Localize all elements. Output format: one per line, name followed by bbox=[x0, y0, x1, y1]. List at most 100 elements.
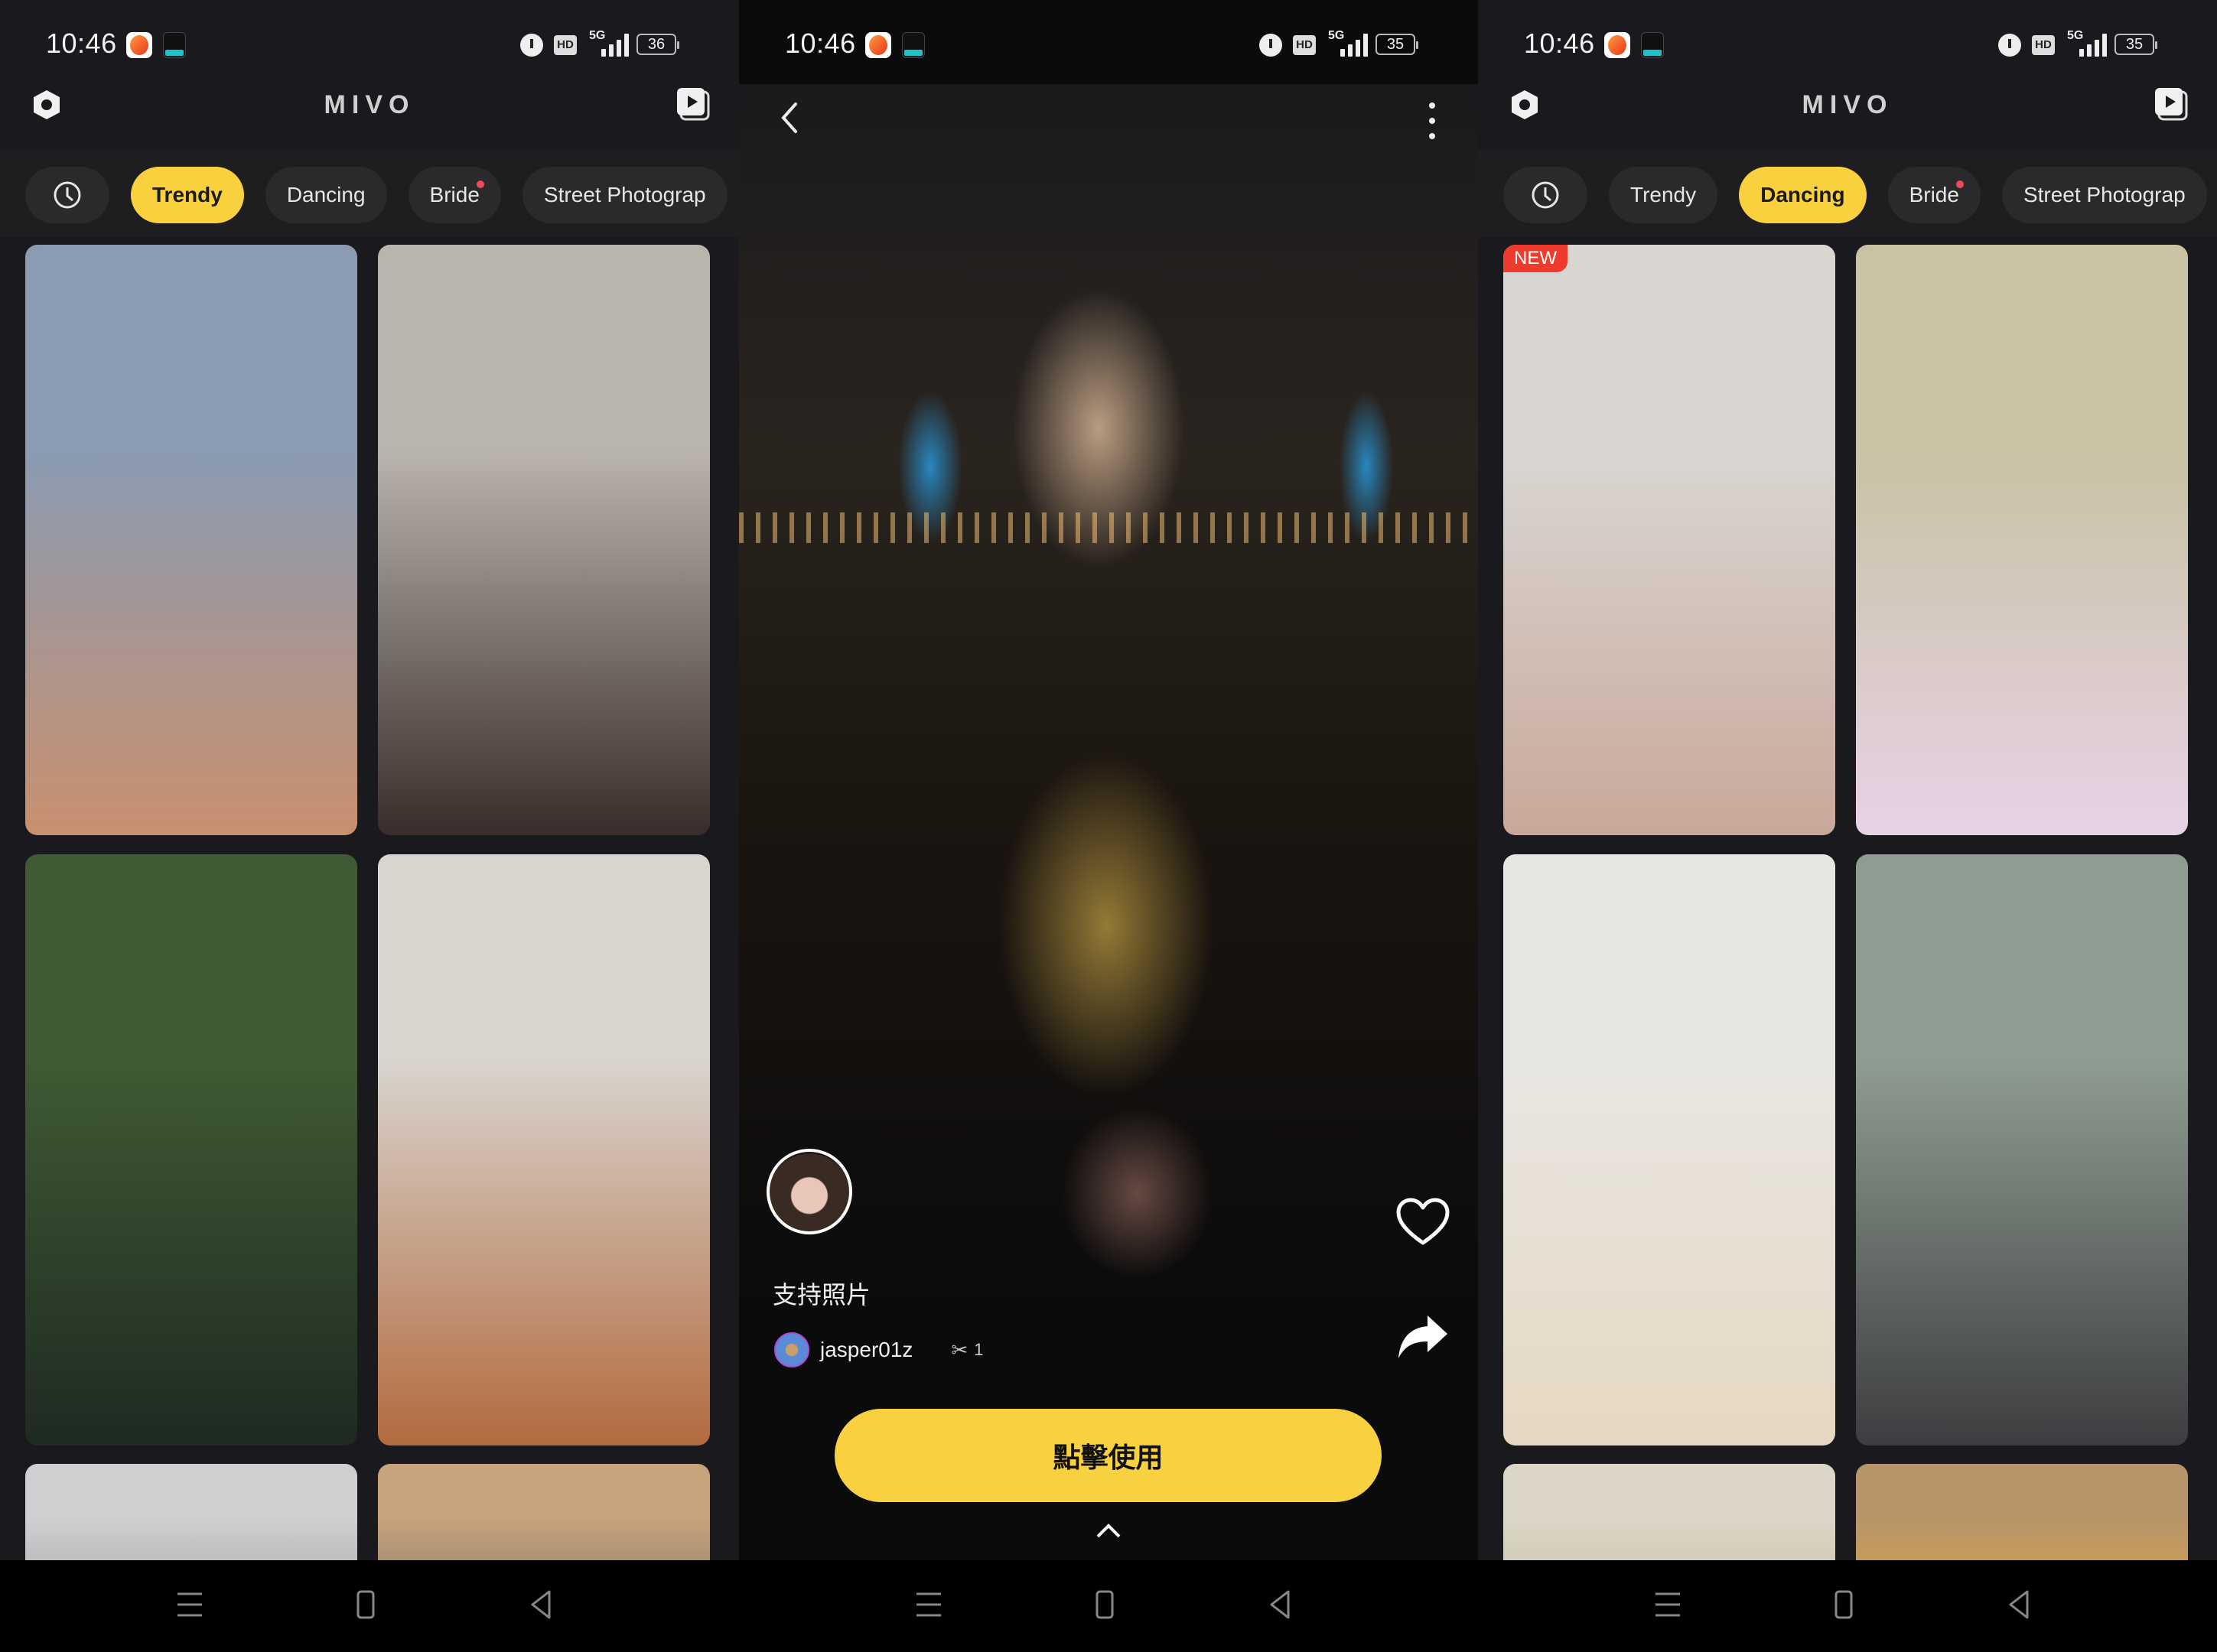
creator-username[interactable]: jasper01z bbox=[820, 1338, 913, 1362]
app-title: MIVO bbox=[1802, 90, 1893, 119]
browse-screen-trendy: 10:46 HD 5G 36 MIVO Trendy Dancing Bride… bbox=[0, 0, 739, 1652]
recent-apps-icon[interactable] bbox=[174, 1589, 205, 1620]
recent-apps-icon[interactable] bbox=[913, 1589, 944, 1620]
template-thumbnail[interactable] bbox=[25, 245, 357, 835]
tab-dancing[interactable]: Dancing bbox=[1739, 167, 1867, 223]
tab-label: Dancing bbox=[286, 183, 366, 206]
tab-trendy[interactable]: Trendy bbox=[131, 167, 244, 223]
home-icon[interactable] bbox=[1828, 1589, 1859, 1620]
notification-app-icon bbox=[163, 32, 186, 58]
tab-street-photography[interactable]: Street Photograp bbox=[522, 167, 728, 223]
status-time: 10:46 bbox=[46, 28, 117, 59]
use-count: 1 bbox=[974, 1340, 984, 1359]
chevron-up-icon[interactable] bbox=[1093, 1518, 1124, 1541]
battery-icon: 35 bbox=[2114, 34, 2157, 55]
app-header: MIVO bbox=[0, 76, 739, 138]
home-icon[interactable] bbox=[1089, 1589, 1120, 1620]
tab-trendy[interactable]: Trendy bbox=[1609, 167, 1718, 223]
status-bar: 10:46 HD 5G 35 bbox=[739, 0, 1478, 84]
tab-label: Trendy bbox=[1630, 183, 1697, 206]
template-thumbnail[interactable] bbox=[1856, 854, 2188, 1446]
template-thumbnail[interactable] bbox=[1503, 854, 1835, 1446]
home-icon[interactable] bbox=[350, 1589, 381, 1620]
notification-dot bbox=[476, 180, 484, 188]
scissors-icon: ✂ bbox=[951, 1338, 969, 1361]
tab-label: Dancing bbox=[1760, 183, 1845, 206]
tab-history[interactable] bbox=[25, 167, 109, 223]
template-grid: NEW bbox=[1503, 245, 2192, 1560]
tab-label: Trendy bbox=[152, 183, 223, 206]
tab-dancing[interactable]: Dancing bbox=[265, 167, 387, 223]
alarm-icon bbox=[1998, 34, 2021, 57]
my-videos-icon[interactable] bbox=[2153, 86, 2189, 122]
back-nav-icon[interactable] bbox=[2004, 1589, 2035, 1620]
status-bar: 10:46 HD 5G 36 bbox=[0, 0, 739, 84]
template-thumbnail[interactable] bbox=[378, 854, 710, 1446]
detail-top-bar bbox=[739, 84, 1478, 145]
status-time: 10:46 bbox=[785, 28, 856, 59]
template-thumbnail[interactable] bbox=[378, 1464, 710, 1560]
tab-bride[interactable]: Bride bbox=[408, 167, 501, 223]
notification-app-icon bbox=[1641, 32, 1664, 58]
notification-dot bbox=[1955, 180, 1964, 188]
template-thumbnail[interactable]: NEW bbox=[1503, 245, 1835, 835]
creator-avatar[interactable] bbox=[774, 1332, 809, 1367]
notification-app-icon bbox=[902, 32, 925, 58]
notification-app-icon bbox=[126, 32, 152, 58]
template-thumbnail[interactable] bbox=[25, 1464, 357, 1560]
template-thumbnail[interactable] bbox=[1503, 1464, 1835, 1560]
battery-icon: 36 bbox=[636, 34, 679, 55]
clock-icon bbox=[1532, 181, 1559, 209]
signal-icon bbox=[598, 34, 632, 57]
clock-icon bbox=[54, 181, 81, 209]
template-face-avatar[interactable] bbox=[767, 1149, 852, 1234]
template-detail-screen: 10:46 HD 5G 35 支持照片 jasper01z ✂ 1 點擊使用 bbox=[739, 0, 1478, 1652]
template-preview-video[interactable] bbox=[739, 84, 1478, 1308]
signal-icon bbox=[1337, 34, 1371, 57]
template-caption: 支持照片 bbox=[773, 1281, 871, 1309]
category-tab-bar: Trendy Dancing Bride Street Photograp bbox=[0, 149, 739, 237]
share-arrow-icon[interactable] bbox=[1395, 1312, 1450, 1361]
back-nav-icon[interactable] bbox=[526, 1589, 557, 1620]
app-title: MIVO bbox=[324, 90, 415, 119]
use-template-button[interactable]: 點擊使用 bbox=[835, 1409, 1382, 1502]
notification-app-icon bbox=[865, 32, 891, 58]
template-thumbnail[interactable] bbox=[378, 245, 710, 835]
system-nav-bar bbox=[0, 1560, 739, 1652]
hd-icon: HD bbox=[554, 35, 577, 55]
my-videos-icon[interactable] bbox=[675, 86, 711, 122]
hd-icon: HD bbox=[2032, 35, 2055, 55]
tab-label: Street Photograp bbox=[543, 183, 706, 206]
heart-icon[interactable] bbox=[1395, 1197, 1450, 1247]
template-thumbnail[interactable] bbox=[1856, 1464, 2188, 1560]
tab-bride[interactable]: Bride bbox=[1887, 167, 1981, 223]
app-header: MIVO bbox=[1478, 76, 2217, 138]
new-badge: NEW bbox=[1503, 245, 1568, 272]
template-thumbnail[interactable] bbox=[25, 854, 357, 1446]
back-nav-icon[interactable] bbox=[1265, 1589, 1296, 1620]
system-nav-bar bbox=[1478, 1560, 2217, 1652]
tab-history[interactable] bbox=[1503, 167, 1587, 223]
alarm-icon bbox=[520, 34, 543, 57]
back-chevron-icon[interactable] bbox=[774, 99, 805, 136]
notification-app-icon bbox=[1604, 32, 1630, 58]
battery-icon: 35 bbox=[1375, 34, 1418, 55]
system-nav-bar bbox=[739, 1560, 1478, 1652]
template-thumbnail[interactable] bbox=[1856, 245, 2188, 835]
tab-label: Bride bbox=[1909, 183, 1959, 206]
status-bar: 10:46 HD 5G 35 bbox=[1478, 0, 2217, 84]
tab-label: Bride bbox=[429, 183, 480, 206]
hd-icon: HD bbox=[1293, 35, 1316, 55]
signal-icon bbox=[2076, 34, 2110, 57]
status-time: 10:46 bbox=[1524, 28, 1595, 59]
city-lights bbox=[739, 512, 1478, 543]
recent-apps-icon[interactable] bbox=[1652, 1589, 1683, 1620]
more-vertical-icon[interactable] bbox=[1424, 99, 1440, 145]
creator-info: jasper01z ✂ 1 bbox=[774, 1331, 983, 1369]
alarm-icon bbox=[1259, 34, 1282, 57]
browse-screen-dancing: 10:46 HD 5G 35 MIVO Trendy Dancing Bride… bbox=[1478, 0, 2217, 1652]
template-grid bbox=[25, 245, 714, 1560]
tab-label: Street Photograp bbox=[2023, 183, 2186, 206]
tab-street-photography[interactable]: Street Photograp bbox=[2001, 167, 2207, 223]
category-tab-bar: Trendy Dancing Bride Street Photograp bbox=[1478, 149, 2217, 237]
